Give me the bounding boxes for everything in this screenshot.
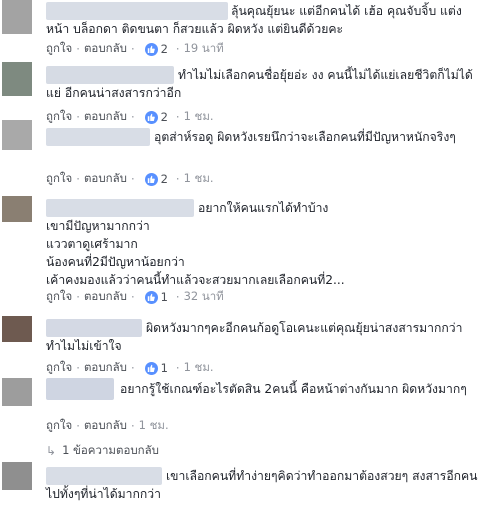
like-count[interactable]: 2	[161, 42, 168, 56]
timestamp[interactable]: 1 ชม.	[184, 359, 214, 377]
comment-actions: ถูกใจ · ตอบกลับ · 2 · 1 ชม.	[46, 108, 214, 126]
like-link[interactable]: ถูกใจ	[46, 359, 72, 377]
reply-link[interactable]: ตอบกลับ	[84, 108, 127, 126]
like-count[interactable]: 2	[161, 110, 168, 124]
view-replies-link[interactable]: ↳ 1 ข้อความตอบกลับ	[46, 443, 159, 459]
comment-text: อุตส่าห์รอดู ผิดหวังเรยนึกว่าจะเลือกคนที…	[154, 130, 456, 144]
comment-text: อยากให้คนแรกได้ทำบ้าง เขามีปัญหามากกว่า …	[46, 201, 345, 287]
like-thumb-icon[interactable]	[144, 361, 158, 375]
avatar[interactable]	[2, 196, 32, 222]
avatar[interactable]	[2, 62, 32, 96]
reply-arrow-icon: ↳	[46, 444, 57, 458]
like-count[interactable]: 2	[161, 172, 168, 186]
like-thumb-icon[interactable]	[144, 172, 158, 186]
like-link[interactable]: ถูกใจ	[46, 288, 72, 306]
comment-text: ผิดหวังมากๆคะอีกคนก้อดูโอเคนะแต่คุณยุ้ยน…	[46, 321, 463, 353]
comment-actions: ถูกใจ · ตอบกลับ · 1 · 1 ชม.	[46, 359, 214, 377]
timestamp[interactable]: 1 ชม.	[139, 417, 169, 435]
avatar[interactable]	[2, 462, 32, 490]
comment-actions: ถูกใจ · ตอบกลับ · 1 · 32 นาที	[46, 288, 224, 306]
comment-text: อยากรู้ใช้เกณฑ์อะไรตัดสิน 2คนนี้ คือหน้า…	[120, 382, 467, 396]
like-link[interactable]: ถูกใจ	[46, 417, 72, 435]
reply-link[interactable]: ตอบกลับ	[84, 359, 127, 377]
comment-actions: ถูกใจ · ตอบกลับ · 2 · 19 นาที	[46, 40, 224, 58]
comment-text: ทำไมไม่เลือกคนชื่อยุ้ยอ่ะ งง คนนี้ไม่ได้…	[46, 68, 473, 100]
like-link[interactable]: ถูกใจ	[46, 108, 72, 126]
reply-link[interactable]: ตอบกลับ	[84, 288, 127, 306]
timestamp[interactable]: 32 นาที	[184, 288, 224, 306]
comment-text: ลุ้นคุณยุ้ยนะ แต่อีกคนได้ เฮ้อ คุณจับจิ้…	[46, 4, 462, 36]
replies-count-label[interactable]: 1 ข้อความตอบกลับ	[62, 442, 159, 460]
like-link[interactable]: ถูกใจ	[46, 170, 72, 188]
comment-actions: ถูกใจ · ตอบกลับ · 2 · 1 ชม.	[46, 170, 214, 188]
like-count[interactable]: 1	[161, 361, 168, 375]
like-link[interactable]: ถูกใจ	[46, 40, 72, 58]
timestamp[interactable]: 19 นาที	[184, 40, 224, 58]
comment-actions: ถูกใจ · ตอบกลับ · 1 ชม.	[46, 417, 169, 435]
comment-text: เขาเลือกคนที่ทำง่ายๆคิดว่าทำออกมาต้องสวย…	[46, 469, 478, 501]
reply-link[interactable]: ตอบกลับ	[84, 417, 127, 435]
like-count[interactable]: 1	[161, 290, 168, 304]
avatar[interactable]	[2, 378, 32, 406]
avatar[interactable]	[2, 0, 32, 34]
reply-link[interactable]: ตอบกลับ	[84, 170, 127, 188]
like-thumb-icon[interactable]	[144, 110, 158, 124]
like-thumb-icon[interactable]	[144, 42, 158, 56]
avatar[interactable]	[2, 316, 32, 342]
reply-link[interactable]: ตอบกลับ	[84, 40, 127, 58]
timestamp[interactable]: 1 ชม.	[184, 108, 214, 126]
like-thumb-icon[interactable]	[144, 290, 158, 304]
avatar[interactable]	[2, 120, 32, 150]
timestamp[interactable]: 1 ชม.	[184, 170, 214, 188]
